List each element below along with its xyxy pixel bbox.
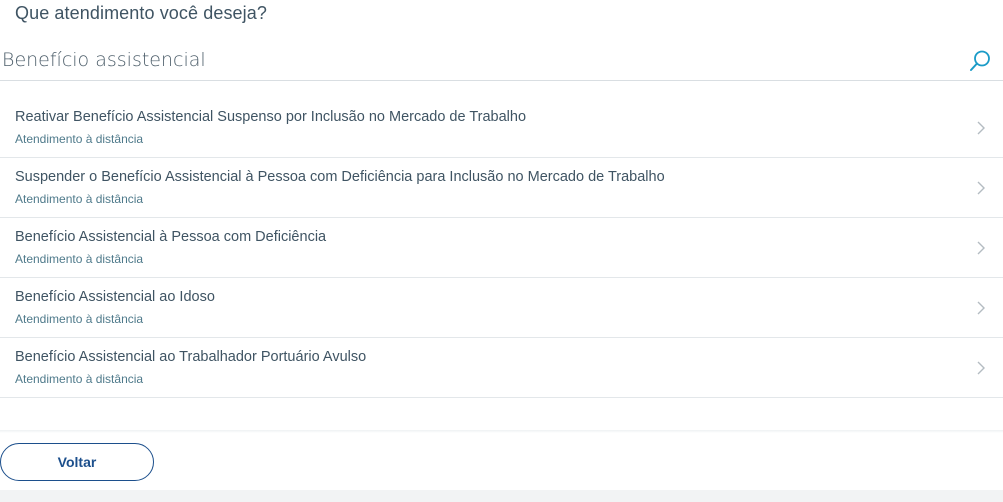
item-subtitle: Atendimento à distância (15, 252, 144, 266)
list-item[interactable]: Reativar Benefício Assistencial Suspenso… (0, 98, 1003, 158)
item-subtitle: Atendimento à distância (15, 312, 144, 326)
list-item[interactable]: Benefício Assistencial ao Idoso Atendime… (0, 278, 1003, 338)
footer-bar (0, 490, 1003, 502)
chevron-right-icon (977, 301, 985, 315)
item-title: Reativar Benefício Assistencial Suspenso… (15, 109, 527, 125)
search-icon[interactable] (968, 49, 992, 73)
chevron-right-icon (977, 181, 985, 195)
service-search-page: Que atendimento você deseja? Reativar Be… (0, 0, 1003, 502)
results-list: Reativar Benefício Assistencial Suspenso… (0, 98, 1003, 398)
search-input[interactable] (2, 46, 942, 74)
back-button[interactable]: Voltar (0, 443, 154, 481)
chevron-right-icon (977, 241, 985, 255)
item-subtitle: Atendimento à distância (15, 192, 144, 206)
list-item[interactable]: Benefício Assistencial ao Trabalhador Po… (0, 338, 1003, 398)
footer-divider (0, 430, 1003, 433)
page-title: Que atendimento você deseja? (15, 3, 267, 23)
chevron-right-icon (977, 121, 985, 135)
item-title: Benefício Assistencial ao Trabalhador Po… (15, 349, 367, 365)
list-item[interactable]: Benefício Assistencial à Pessoa com Defi… (0, 218, 1003, 278)
item-subtitle: Atendimento à distância (15, 372, 144, 386)
item-title: Suspender o Benefício Assistencial à Pes… (15, 169, 665, 185)
list-item[interactable]: Suspender o Benefício Assistencial à Pes… (0, 158, 1003, 218)
search-bar (0, 40, 1003, 81)
item-title: Benefício Assistencial à Pessoa com Defi… (15, 229, 327, 245)
item-title: Benefício Assistencial ao Idoso (15, 289, 215, 305)
item-subtitle: Atendimento à distância (15, 132, 144, 146)
chevron-right-icon (977, 361, 985, 375)
